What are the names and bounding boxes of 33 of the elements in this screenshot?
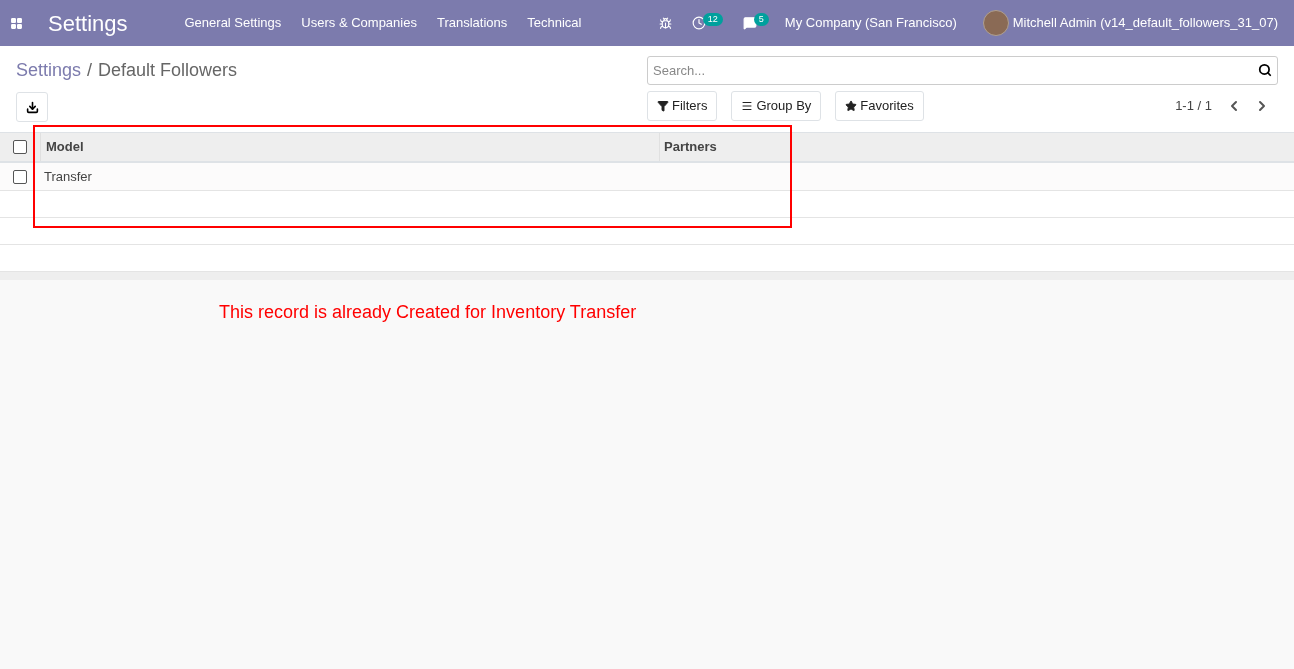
message-count-badge: 5: [753, 12, 769, 26]
activity-count-badge: 12: [702, 12, 723, 26]
table-cell-text: Transfer: [43, 167, 93, 186]
download-icon: [25, 100, 39, 114]
filters-button[interactable]: Filters: [647, 91, 718, 121]
column-header[interactable]: Partners: [659, 133, 1294, 161]
menu-link[interactable]: Technical: [527, 13, 582, 33]
breadcrumb-link[interactable]: Settings: [16, 56, 82, 84]
column-header[interactable]: Model: [40, 133, 659, 161]
row-checkbox[interactable]: [13, 169, 27, 184]
select-all-checkbox[interactable]: [13, 140, 27, 154]
user-menu[interactable]: Mitchell Admin (v14_default_followers_31_07): [1012, 13, 1278, 33]
menu-link[interactable]: Users & Companies: [301, 13, 417, 33]
clock-icon[interactable]: [691, 16, 706, 30]
annotation-text: This record is already Created for Inventory Transfer: [219, 302, 637, 322]
apps-menu-icon[interactable]: [10, 16, 23, 30]
pager-value[interactable]: 1-1 / 1: [1175, 96, 1212, 116]
search-field[interactable]: Search...: [647, 56, 1278, 85]
filter-icon: [657, 100, 669, 112]
export-button[interactable]: [16, 92, 48, 122]
star-icon: [845, 100, 858, 112]
breadcrumb-current: Default Followers: [98, 58, 238, 82]
group-by-button[interactable]: Group By: [731, 91, 822, 121]
favorites-button[interactable]: Favorites: [835, 91, 924, 121]
app-title: Settings: [48, 9, 128, 38]
bug-icon[interactable]: [658, 16, 672, 30]
menu-link[interactable]: General Settings: [184, 13, 282, 33]
breadcrumb-separator: /: [87, 58, 93, 82]
menu-link[interactable]: Translations: [436, 13, 508, 33]
search-icon[interactable]: [1258, 63, 1272, 77]
list-icon: [741, 100, 754, 112]
company-switcher[interactable]: My Company (San Francisco): [784, 13, 957, 33]
chat-icon[interactable]: [742, 16, 757, 30]
